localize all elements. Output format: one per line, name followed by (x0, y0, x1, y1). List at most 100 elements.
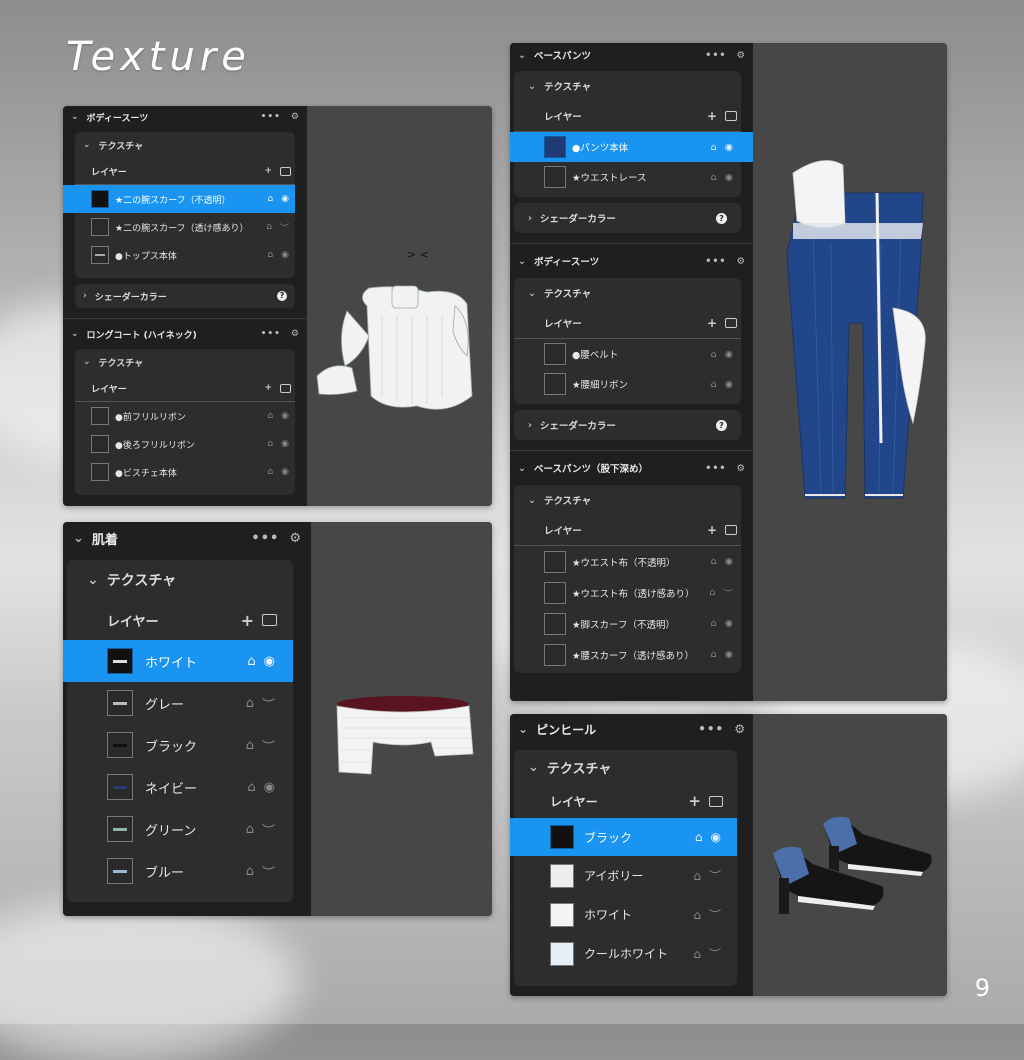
texture-header[interactable]: ⌄ テクスチャ (514, 278, 741, 308)
lock-icon[interactable]: ⌂ (711, 172, 717, 183)
layer-row[interactable]: ホワイト ⌂ ◉ (63, 640, 293, 682)
layer-row[interactable]: ★二の腕スカーフ（不透明） ⌂ ◉ (63, 185, 295, 213)
chevron-down-icon[interactable]: ⌄ (518, 463, 526, 474)
eye-icon[interactable]: ◉ (725, 556, 733, 567)
lock-icon[interactable]: ⌂ (711, 618, 717, 629)
eye-icon[interactable]: ◉ (264, 654, 275, 669)
layer-row[interactable]: ●前フリルリボン ⌂ ◉ (75, 402, 295, 430)
layer-row[interactable]: ★腰スカーフ（透け感あり） ⌂ ◉ (514, 639, 741, 670)
lock-icon[interactable]: ⌂ (711, 649, 717, 660)
eye-icon[interactable]: ◉ (725, 172, 733, 183)
lock-icon[interactable]: ⌂ (246, 696, 254, 711)
add-image-icon[interactable] (709, 795, 723, 807)
3d-viewport[interactable] (753, 43, 947, 701)
chevron-right-icon[interactable]: › (528, 213, 532, 224)
chevron-right-icon[interactable]: › (528, 420, 532, 431)
plus-icon[interactable]: + (688, 792, 701, 810)
add-image-icon[interactable] (280, 383, 291, 393)
layer-row[interactable]: グレー ⌂ ︶ (67, 682, 293, 724)
chevron-down-icon[interactable]: ⌄ (83, 357, 91, 367)
layer-row[interactable]: クールホワイト ⌂ ︶ (514, 934, 737, 973)
chevron-down-icon[interactable]: ⌄ (528, 288, 536, 299)
chevron-down-icon[interactable]: ⌄ (83, 140, 91, 150)
layer-row[interactable]: グリーン ⌂ ︶ (67, 808, 293, 850)
lock-icon[interactable]: ⌂ (267, 439, 273, 449)
chevron-down-icon[interactable]: ⌄ (528, 760, 539, 775)
shader-color-row[interactable]: › シェーダーカラー ? (514, 203, 741, 233)
lock-icon[interactable]: ⌂ (267, 467, 273, 477)
chevron-down-icon[interactable]: ⌄ (518, 256, 526, 267)
chevron-down-icon[interactable]: ⌄ (528, 495, 536, 506)
layer-row[interactable]: ★腰細リボン ⌂ ◉ (514, 369, 741, 399)
settings-sliders-icon[interactable]: ⚙ (291, 329, 299, 339)
layer-row[interactable]: アイボリー ⌂ ︶ (514, 856, 737, 895)
add-image-icon[interactable] (280, 166, 291, 176)
layer-row[interactable]: ブラック ⌂ ︶ (67, 724, 293, 766)
lock-icon[interactable]: ⌂ (695, 830, 703, 844)
lock-icon[interactable]: ⌂ (693, 947, 701, 961)
layer-row[interactable]: ★脚スカーフ（不透明） ⌂ ◉ (514, 608, 741, 639)
lock-icon[interactable]: ⌂ (711, 142, 717, 153)
layer-row[interactable]: ●ビスチェ本体 ⌂ ◉ (75, 458, 295, 486)
eye-closed-icon[interactable]: ︶ (280, 221, 289, 234)
chevron-down-icon[interactable]: ⌄ (73, 531, 84, 546)
section-header[interactable]: ⌄ ロングコート (ハイネック) ••• ⚙ (63, 319, 307, 349)
section-header[interactable]: ⌄ ベースパンツ ••• ⚙ (510, 43, 753, 67)
settings-sliders-icon[interactable]: ⚙ (734, 722, 745, 736)
layer-row[interactable]: ★ウエスト布（不透明） ⌂ ◉ (514, 546, 741, 577)
layer-row[interactable]: ●腰ベルト ⌂ ◉ (514, 339, 741, 369)
eye-icon[interactable]: ◉ (264, 780, 275, 795)
settings-sliders-icon[interactable]: ⚙ (736, 50, 745, 61)
more-icon[interactable]: ••• (698, 722, 724, 736)
chevron-down-icon[interactable]: ⌄ (518, 722, 528, 736)
eye-icon[interactable]: ◉ (711, 830, 721, 844)
eye-closed-icon[interactable]: ︶ (709, 906, 721, 923)
eye-closed-icon[interactable]: ︶ (262, 736, 275, 755)
section-header[interactable]: ⌄ ピンヒール ••• ⚙ (510, 714, 753, 744)
eye-closed-icon[interactable]: ︶ (723, 586, 733, 600)
chevron-right-icon[interactable]: › (83, 291, 87, 301)
layer-row[interactable]: ★二の腕スカーフ（透け感あり） ⌂ ︶ (75, 213, 295, 241)
eye-closed-icon[interactable]: ︶ (262, 694, 275, 713)
lock-icon[interactable]: ⌂ (246, 822, 254, 837)
chevron-down-icon[interactable]: ⌄ (528, 81, 536, 92)
lock-icon[interactable]: ⌂ (246, 864, 254, 879)
lock-icon[interactable]: ⌂ (246, 738, 254, 753)
plus-icon[interactable]: + (707, 109, 717, 123)
lock-icon[interactable]: ⌂ (693, 869, 701, 883)
settings-sliders-icon[interactable]: ⚙ (736, 256, 745, 267)
lock-icon[interactable]: ⌂ (693, 908, 701, 922)
eye-icon[interactable]: ◉ (725, 142, 733, 153)
lock-icon[interactable]: ⌂ (247, 780, 255, 795)
lock-icon[interactable]: ⌂ (267, 194, 273, 204)
eye-icon[interactable]: ◉ (281, 194, 289, 204)
3d-viewport[interactable] (753, 714, 947, 996)
eye-closed-icon[interactable]: ︶ (709, 867, 721, 884)
eye-icon[interactable]: ◉ (725, 618, 733, 629)
texture-header[interactable]: ⌄ テクスチャ (514, 750, 737, 784)
help-icon[interactable]: ? (716, 212, 727, 224)
layer-row[interactable]: ブラック ⌂ ◉ (510, 818, 737, 856)
add-image-icon[interactable] (262, 614, 277, 626)
section-header[interactable]: ⌄ 肌着 ••• ⚙ (63, 522, 311, 554)
chevron-down-icon[interactable]: ⌄ (71, 112, 79, 122)
section-header[interactable]: ⌄ ボディースーツ ••• ⚙ (510, 244, 753, 278)
lock-icon[interactable]: ⌂ (267, 411, 273, 421)
texture-header[interactable]: ⌄ テクスチャ (514, 71, 741, 101)
lock-icon[interactable]: ⌂ (711, 556, 717, 567)
more-icon[interactable]: ••• (705, 50, 726, 61)
section-header[interactable]: ⌄ ボディースーツ ••• ⚙ (63, 106, 307, 128)
eye-closed-icon[interactable]: ︶ (709, 945, 721, 962)
settings-sliders-icon[interactable]: ⚙ (291, 112, 299, 122)
help-icon[interactable]: ? (716, 419, 727, 431)
shader-color-row[interactable]: › シェーダーカラー ? (514, 410, 741, 440)
texture-header[interactable]: ⌄ テクスチャ (75, 132, 295, 158)
layer-row[interactable]: ★ウエスト布（透け感あり） ⌂ ︶ (514, 577, 741, 608)
layer-row[interactable]: ホワイト ⌂ ︶ (514, 895, 737, 934)
more-icon[interactable]: ••• (251, 531, 279, 546)
plus-icon[interactable]: + (241, 611, 254, 630)
help-icon[interactable]: ? (277, 291, 287, 301)
plus-icon[interactable]: + (264, 383, 272, 393)
layer-row[interactable]: ●トップス本体 ⌂ ◉ (75, 241, 295, 269)
layer-row[interactable]: ●後ろフリルリボン ⌂ ◉ (75, 430, 295, 458)
